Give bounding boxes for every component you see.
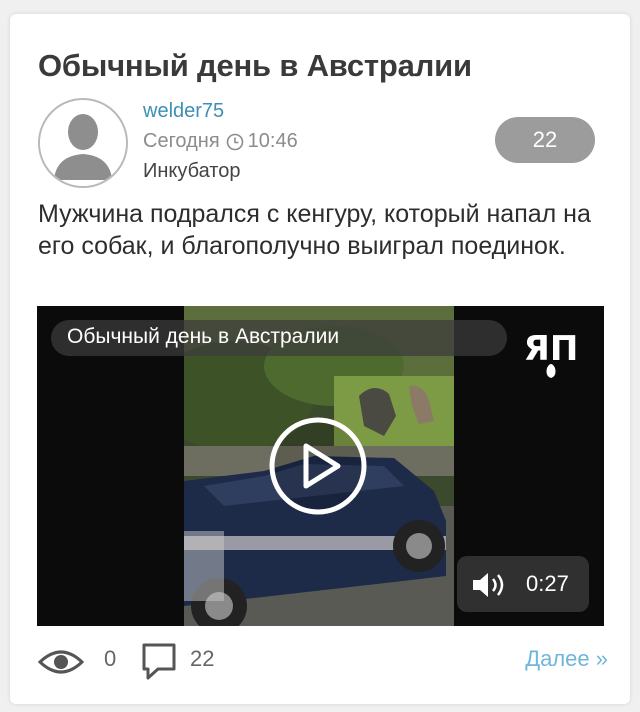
clock-icon bbox=[226, 133, 243, 150]
eye-icon bbox=[38, 650, 84, 674]
read-more-link[interactable]: Далее » bbox=[525, 646, 608, 672]
video-player[interactable]: Обычный день в Австралии ЯП 0:27 bbox=[37, 306, 604, 626]
author-link[interactable]: welder75 bbox=[143, 100, 224, 123]
channel-logo: ЯП bbox=[524, 329, 579, 378]
date-label: Сегодня bbox=[143, 130, 220, 152]
video-caption: Обычный день в Австралии bbox=[51, 320, 507, 356]
video-duration: 0:27 bbox=[526, 571, 569, 596]
post-date: Сегодня 10:46 bbox=[143, 130, 298, 153]
speaker-icon[interactable] bbox=[471, 572, 507, 598]
post-time: 10:46 bbox=[247, 130, 298, 152]
comments-count[interactable]: 22 bbox=[190, 646, 214, 672]
post-title[interactable]: Обычный день в Австралии bbox=[38, 48, 472, 84]
post-footer: 0 22 Далее » bbox=[38, 640, 608, 680]
duration-badge: 0:27 bbox=[457, 556, 589, 612]
user-silhouette-icon bbox=[40, 100, 126, 186]
avatar[interactable] bbox=[38, 98, 128, 188]
post-card: Обычный день в Австралии welder75 Сегодн… bbox=[10, 14, 630, 704]
rating-badge: 22 bbox=[495, 117, 595, 163]
video-caption-text: Обычный день в Австралии bbox=[67, 325, 340, 348]
views-count: 0 bbox=[104, 646, 117, 671]
post-text: Мужчина подрался с кенгуру, который напа… bbox=[38, 200, 591, 260]
community-link[interactable]: Инкубатор bbox=[143, 160, 240, 183]
logo-text: ЯП bbox=[524, 329, 579, 369]
play-icon[interactable] bbox=[268, 416, 368, 516]
comment-bubble-icon[interactable] bbox=[140, 641, 178, 681]
